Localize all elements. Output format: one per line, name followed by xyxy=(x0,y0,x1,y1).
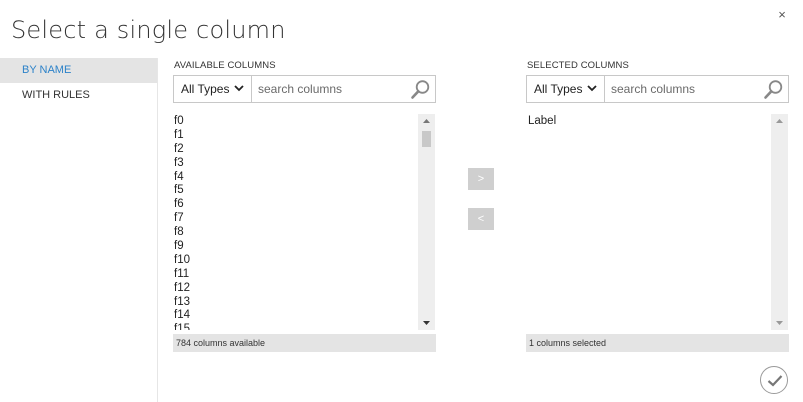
list-item[interactable]: f6 xyxy=(173,198,418,212)
list-item[interactable]: f7 xyxy=(173,212,418,226)
list-item[interactable]: f8 xyxy=(173,226,418,240)
selected-scrollbar[interactable] xyxy=(771,114,788,330)
available-search-box xyxy=(252,76,435,102)
chevron-down-icon xyxy=(234,85,244,92)
selected-search-input[interactable] xyxy=(611,82,751,96)
selected-columns-header: SELECTED COLUMNS xyxy=(527,60,629,71)
list-item[interactable]: f13 xyxy=(173,296,418,310)
list-item[interactable]: f10 xyxy=(173,254,418,268)
scroll-up-arrow-icon[interactable] xyxy=(418,114,435,128)
list-item[interactable]: f14 xyxy=(173,309,418,323)
list-item[interactable]: f15 xyxy=(173,323,418,330)
list-item[interactable]: f4 xyxy=(173,171,418,185)
scroll-down-arrow-icon[interactable] xyxy=(771,316,788,330)
list-item[interactable]: f0 xyxy=(173,115,418,129)
remove-column-button[interactable]: < xyxy=(468,208,494,230)
list-item[interactable]: f1 xyxy=(173,129,418,143)
available-list-items: f0 f1 f2 f3 f4 f5 f6 f7 f8 f9 f10 f11 f1… xyxy=(173,115,418,330)
available-type-select-value: All Types xyxy=(181,82,230,96)
list-item[interactable]: f2 xyxy=(173,143,418,157)
list-item[interactable]: f5 xyxy=(173,184,418,198)
available-count: 784 columns available xyxy=(173,334,436,352)
available-columns-header: AVAILABLE COLUMNS xyxy=(174,60,276,71)
search-icon[interactable] xyxy=(763,79,784,100)
sidebar: BY NAME WITH RULES xyxy=(0,58,158,402)
selected-count: 1 columns selected xyxy=(526,334,789,352)
search-icon[interactable] xyxy=(410,79,431,100)
selected-filter-bar: All Types xyxy=(526,75,789,103)
available-search-input[interactable] xyxy=(258,82,398,96)
add-column-button[interactable]: > xyxy=(468,168,494,190)
sidebar-item-by-name[interactable]: BY NAME xyxy=(0,58,157,83)
dialog-title: Select a single column xyxy=(11,16,286,44)
selected-list-items: Label xyxy=(526,115,771,330)
checkmark-icon xyxy=(767,375,783,387)
list-item[interactable]: Label xyxy=(527,115,771,129)
available-columns-list: f0 f1 f2 f3 f4 f5 f6 f7 f8 f9 f10 f11 f1… xyxy=(173,114,436,330)
sidebar-item-with-rules[interactable]: WITH RULES xyxy=(0,83,157,108)
available-filter-bar: All Types xyxy=(173,75,436,103)
selected-type-select[interactable]: All Types xyxy=(527,76,605,102)
chevron-down-icon xyxy=(587,85,597,92)
selected-columns-list: Label xyxy=(526,114,789,330)
list-item[interactable]: f12 xyxy=(173,282,418,296)
scroll-up-arrow-icon[interactable] xyxy=(771,114,788,128)
scroll-down-arrow-icon[interactable] xyxy=(418,316,435,330)
list-item[interactable]: f9 xyxy=(173,240,418,254)
available-scrollbar[interactable] xyxy=(418,114,435,330)
close-icon[interactable]: × xyxy=(775,8,789,22)
available-type-select[interactable]: All Types xyxy=(174,76,252,102)
list-item[interactable]: f11 xyxy=(173,268,418,282)
list-item[interactable]: f3 xyxy=(173,157,418,171)
confirm-button[interactable] xyxy=(760,366,788,394)
selected-search-box xyxy=(605,76,788,102)
scroll-thumb[interactable] xyxy=(422,131,431,147)
selected-type-select-value: All Types xyxy=(534,82,583,96)
